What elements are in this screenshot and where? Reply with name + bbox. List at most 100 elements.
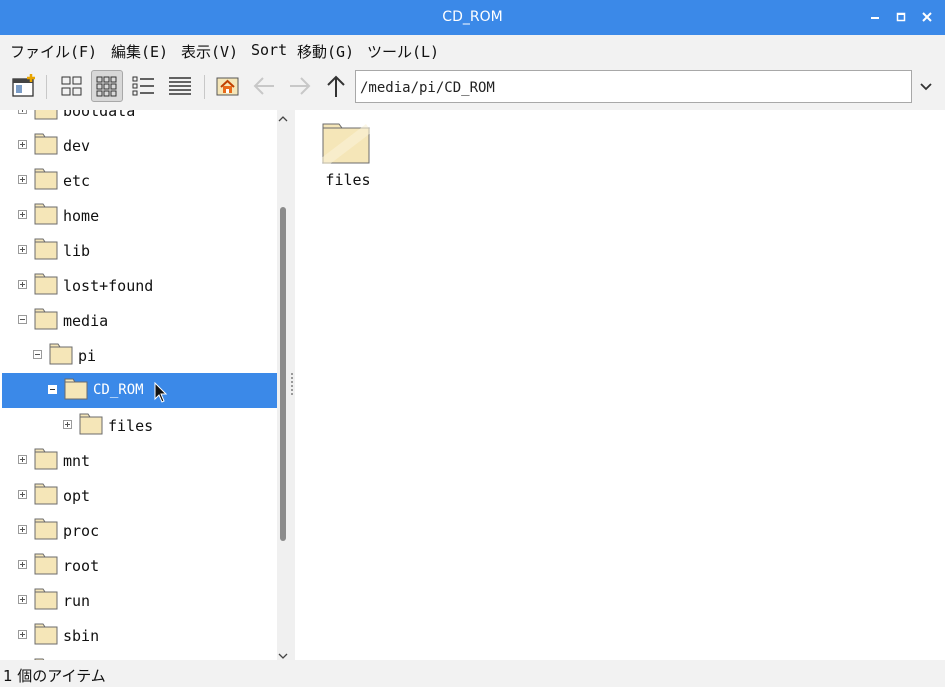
folder-icon bbox=[79, 413, 103, 435]
expand-icon[interactable] bbox=[18, 140, 27, 149]
tree-item-label: run bbox=[63, 592, 91, 610]
toolbar-separator bbox=[46, 75, 47, 99]
toolbar: /media/pi/CD_ROM bbox=[0, 65, 945, 110]
expand-icon[interactable] bbox=[18, 455, 27, 464]
status-bar: 1 個のアイテム bbox=[0, 660, 945, 687]
list-view-button[interactable] bbox=[164, 70, 196, 102]
tree-item[interactable]: dev bbox=[0, 128, 277, 163]
close-icon bbox=[922, 12, 932, 22]
tree-item[interactable]: lib bbox=[0, 233, 277, 268]
scroll-up-button[interactable] bbox=[277, 110, 289, 122]
expand-icon[interactable] bbox=[18, 175, 27, 184]
expand-icon[interactable] bbox=[18, 525, 27, 534]
splitter-grip bbox=[291, 373, 293, 397]
expand-icon[interactable] bbox=[18, 280, 27, 289]
forward-icon bbox=[290, 77, 311, 95]
tree-item[interactable]: opt bbox=[0, 478, 277, 513]
home-button[interactable] bbox=[212, 70, 244, 102]
collapse-icon[interactable] bbox=[18, 315, 27, 324]
folder-icon bbox=[34, 518, 58, 540]
tree-item[interactable]: etc bbox=[0, 163, 277, 198]
tree-item-label: dev bbox=[63, 137, 91, 155]
tree-item[interactable]: mnt bbox=[0, 443, 277, 478]
tree-item[interactable]: root bbox=[0, 548, 277, 583]
folder-icon bbox=[34, 483, 58, 505]
tree-item[interactable]: pi bbox=[0, 338, 277, 373]
home-icon bbox=[216, 77, 239, 96]
maximize-icon bbox=[896, 12, 906, 22]
file-item-label: files bbox=[325, 171, 371, 189]
up-button[interactable] bbox=[320, 70, 352, 102]
menu-file[interactable]: ファイル(F) bbox=[10, 41, 97, 62]
minimize-button[interactable] bbox=[868, 10, 882, 24]
location-dropdown-button[interactable] bbox=[917, 77, 935, 95]
new-window-icon bbox=[12, 74, 35, 97]
collapse-icon[interactable] bbox=[48, 385, 57, 394]
folder-icon bbox=[34, 273, 58, 295]
tree-item[interactable]: home bbox=[0, 198, 277, 233]
minimize-icon bbox=[871, 17, 879, 19]
folder-icon bbox=[34, 588, 58, 610]
tree-item[interactable]: lost+found bbox=[0, 268, 277, 303]
folder-icon bbox=[34, 448, 58, 470]
status-text: 1 個のアイテム bbox=[3, 667, 106, 685]
mouse-pointer-icon bbox=[154, 382, 168, 403]
folder-icon bbox=[34, 308, 58, 330]
menu-go[interactable]: 移動(G) bbox=[297, 41, 354, 62]
chevron-down-icon bbox=[920, 83, 932, 91]
menu-edit[interactable]: 編集(E) bbox=[111, 41, 168, 62]
maximize-button[interactable] bbox=[894, 10, 908, 24]
scroll-down-button[interactable] bbox=[277, 647, 289, 659]
tree-item-label: bootdata bbox=[63, 110, 136, 120]
detailed-list-button[interactable] bbox=[128, 70, 160, 102]
menu-sort[interactable]: Sort bbox=[251, 41, 287, 59]
expand-icon[interactable] bbox=[18, 490, 27, 499]
expand-icon[interactable] bbox=[18, 110, 27, 114]
tree-item-label: media bbox=[63, 312, 109, 330]
tree-item[interactable]: proc bbox=[0, 513, 277, 548]
tree-scrollbar[interactable] bbox=[277, 110, 289, 660]
back-button[interactable] bbox=[248, 70, 280, 102]
scrollbar-thumb[interactable] bbox=[280, 207, 286, 541]
compact-view-button[interactable] bbox=[91, 70, 123, 102]
expand-icon[interactable] bbox=[18, 595, 27, 604]
folder-icon bbox=[34, 133, 58, 155]
folder-icon bbox=[64, 378, 88, 400]
folder-icon bbox=[322, 123, 370, 164]
tree-item[interactable]: media bbox=[0, 303, 277, 338]
back-icon bbox=[253, 77, 274, 95]
tree-item[interactable]: srv bbox=[0, 653, 277, 660]
tree-item-label: proc bbox=[63, 522, 100, 540]
tree-item-label: root bbox=[63, 557, 100, 575]
tree-item-label: opt bbox=[63, 487, 91, 505]
tree-item[interactable]: files bbox=[0, 408, 277, 443]
title-bar: CD_ROM bbox=[0, 0, 945, 35]
icon-view-button[interactable] bbox=[56, 70, 88, 102]
chevron-up-icon bbox=[278, 116, 288, 122]
folder-icon bbox=[34, 623, 58, 645]
tree-item[interactable]: bootdata bbox=[0, 110, 277, 128]
toolbar-separator bbox=[204, 75, 205, 99]
menu-view[interactable]: 表示(V) bbox=[181, 41, 238, 62]
detailed-list-icon bbox=[132, 76, 154, 96]
tree-item[interactable]: CD_ROM bbox=[2, 373, 277, 408]
menu-bar: ファイル(F) 編集(E) 表示(V) Sort 移動(G) ツール(L) bbox=[0, 35, 945, 65]
menu-tools[interactable]: ツール(L) bbox=[367, 41, 439, 62]
close-button[interactable] bbox=[920, 10, 934, 24]
tree-item[interactable]: run bbox=[0, 583, 277, 618]
expand-icon[interactable] bbox=[18, 630, 27, 639]
expand-icon[interactable] bbox=[18, 560, 27, 569]
expand-icon[interactable] bbox=[63, 420, 72, 429]
forward-button[interactable] bbox=[284, 70, 316, 102]
collapse-icon[interactable] bbox=[33, 350, 42, 359]
location-input[interactable]: /media/pi/CD_ROM bbox=[355, 70, 912, 103]
tree-item-label: mnt bbox=[63, 452, 91, 470]
folder-icon bbox=[34, 203, 58, 225]
new-window-button[interactable] bbox=[8, 70, 40, 102]
tree-item[interactable]: sbin bbox=[0, 618, 277, 653]
folder-icon bbox=[34, 110, 58, 120]
expand-icon[interactable] bbox=[18, 245, 27, 254]
tree-item-label: CD_ROM bbox=[93, 382, 144, 398]
folder-icon bbox=[34, 168, 58, 190]
expand-icon[interactable] bbox=[18, 210, 27, 219]
